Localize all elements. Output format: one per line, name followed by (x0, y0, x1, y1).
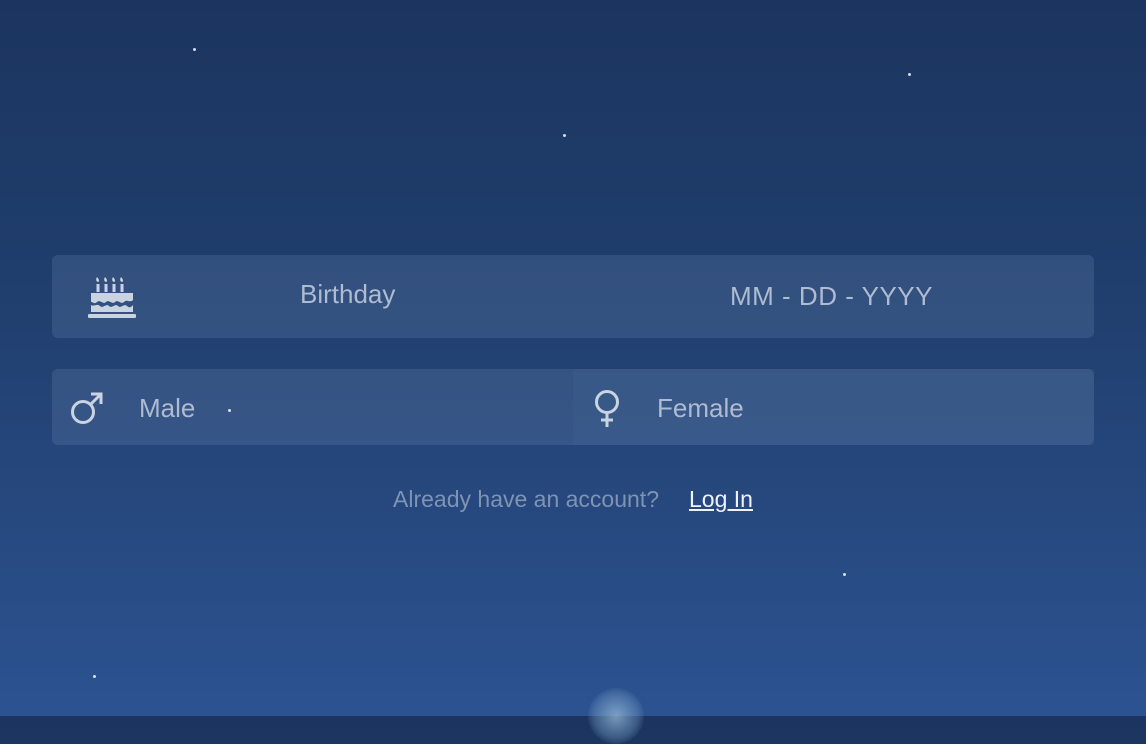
star-decoration (563, 134, 566, 137)
login-link[interactable]: Log In (689, 486, 753, 512)
female-label: Female (657, 393, 744, 423)
login-prompt: Already have an account? Log In (0, 486, 1146, 513)
star-decoration (843, 573, 846, 576)
selection-dot (228, 409, 231, 412)
gender-selector: Male Female (52, 369, 1094, 445)
birthday-date-placeholder[interactable]: MM - DD - YYYY (730, 281, 933, 312)
horizon-glow (588, 688, 644, 744)
gender-option-female[interactable]: Female (573, 369, 1094, 445)
account-prompt-text: Already have an account? (393, 486, 659, 512)
gender-option-male[interactable]: Male (52, 369, 573, 445)
birthday-field[interactable]: Birthday MM - DD - YYYY (52, 255, 1094, 338)
female-symbol-icon (595, 390, 619, 427)
star-decoration (908, 73, 911, 76)
male-label: Male (139, 393, 196, 423)
birthday-cake-icon (88, 277, 136, 318)
male-symbol-icon (71, 392, 103, 424)
birthday-label: Birthday (300, 279, 396, 309)
star-decoration (193, 48, 196, 51)
star-decoration (93, 675, 96, 678)
